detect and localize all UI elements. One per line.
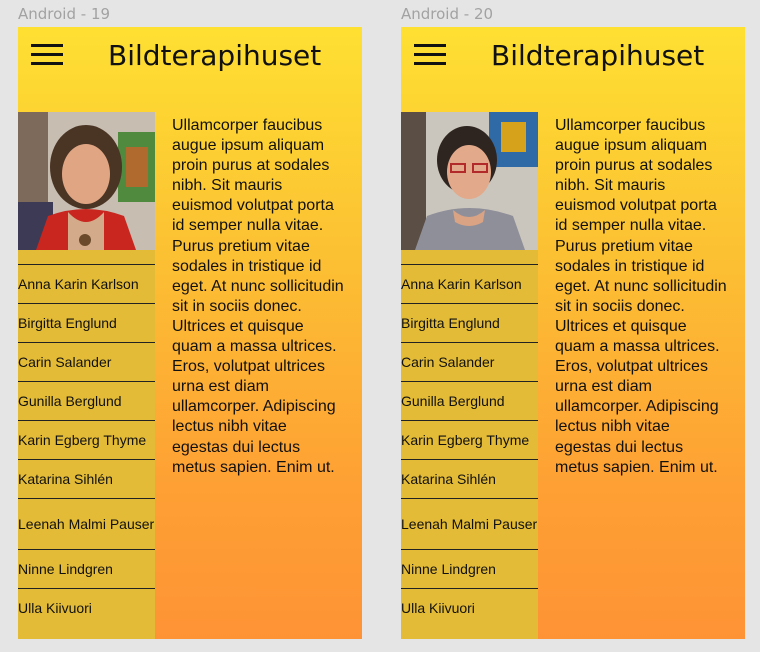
hamburger-menu-icon[interactable] bbox=[414, 44, 446, 66]
app-title: Bildterapihuset bbox=[108, 39, 322, 72]
person-link[interactable]: Karin Egberg Thyme bbox=[18, 420, 155, 459]
person-link[interactable]: Karin Egberg Thyme bbox=[401, 420, 538, 459]
portrait-photo bbox=[18, 112, 155, 250]
person-link[interactable]: Carin Salander bbox=[18, 342, 155, 381]
person-link[interactable]: Anna Karin Karlson bbox=[18, 264, 155, 303]
person-link[interactable]: Birgitta Englund bbox=[401, 303, 538, 342]
app-title: Bildterapihuset bbox=[491, 39, 705, 72]
sidebar: Anna Karin Karlson Birgitta Englund Cari… bbox=[401, 112, 538, 639]
sidebar: Anna Karin Karlson Birgitta Englund Cari… bbox=[18, 112, 155, 639]
person-link[interactable]: Birgitta Englund bbox=[18, 303, 155, 342]
person-link[interactable]: Ninne Lindgren bbox=[18, 549, 155, 588]
person-link[interactable]: Leenah Malmi Pauser bbox=[18, 498, 155, 549]
person-link[interactable]: Katarina Sihlén bbox=[18, 459, 155, 498]
person-link[interactable]: Ulla Kiivuori bbox=[18, 588, 155, 627]
person-link[interactable]: Katarina Sihlén bbox=[401, 459, 538, 498]
artboard-label: Android - 20 bbox=[401, 5, 494, 23]
hamburger-menu-icon[interactable] bbox=[31, 44, 63, 66]
person-link[interactable]: Carin Salander bbox=[401, 342, 538, 381]
portrait-photo bbox=[401, 112, 538, 250]
body-text: Ullamcorper faucibus augue ipsum aliquam… bbox=[555, 117, 727, 476]
app-screen-android-20: Bildterapihuset Anna Karin Karlson Birgi… bbox=[401, 27, 745, 639]
person-link[interactable]: Ulla Kiivuori bbox=[401, 588, 538, 627]
person-link[interactable]: Gunilla Berglund bbox=[18, 381, 155, 420]
person-link[interactable]: Gunilla Berglund bbox=[401, 381, 538, 420]
app-screen-android-19: Bildterapihuset Anna Karin Karlson Birgi… bbox=[18, 27, 362, 639]
person-link[interactable]: Leenah Malmi Pauser bbox=[401, 498, 538, 549]
artboard-label: Android - 19 bbox=[18, 5, 111, 23]
person-link[interactable]: Anna Karin Karlson bbox=[401, 264, 538, 303]
person-link[interactable]: Ninne Lindgren bbox=[401, 549, 538, 588]
body-text: Ullamcorper faucibus augue ipsum aliquam… bbox=[172, 117, 344, 476]
